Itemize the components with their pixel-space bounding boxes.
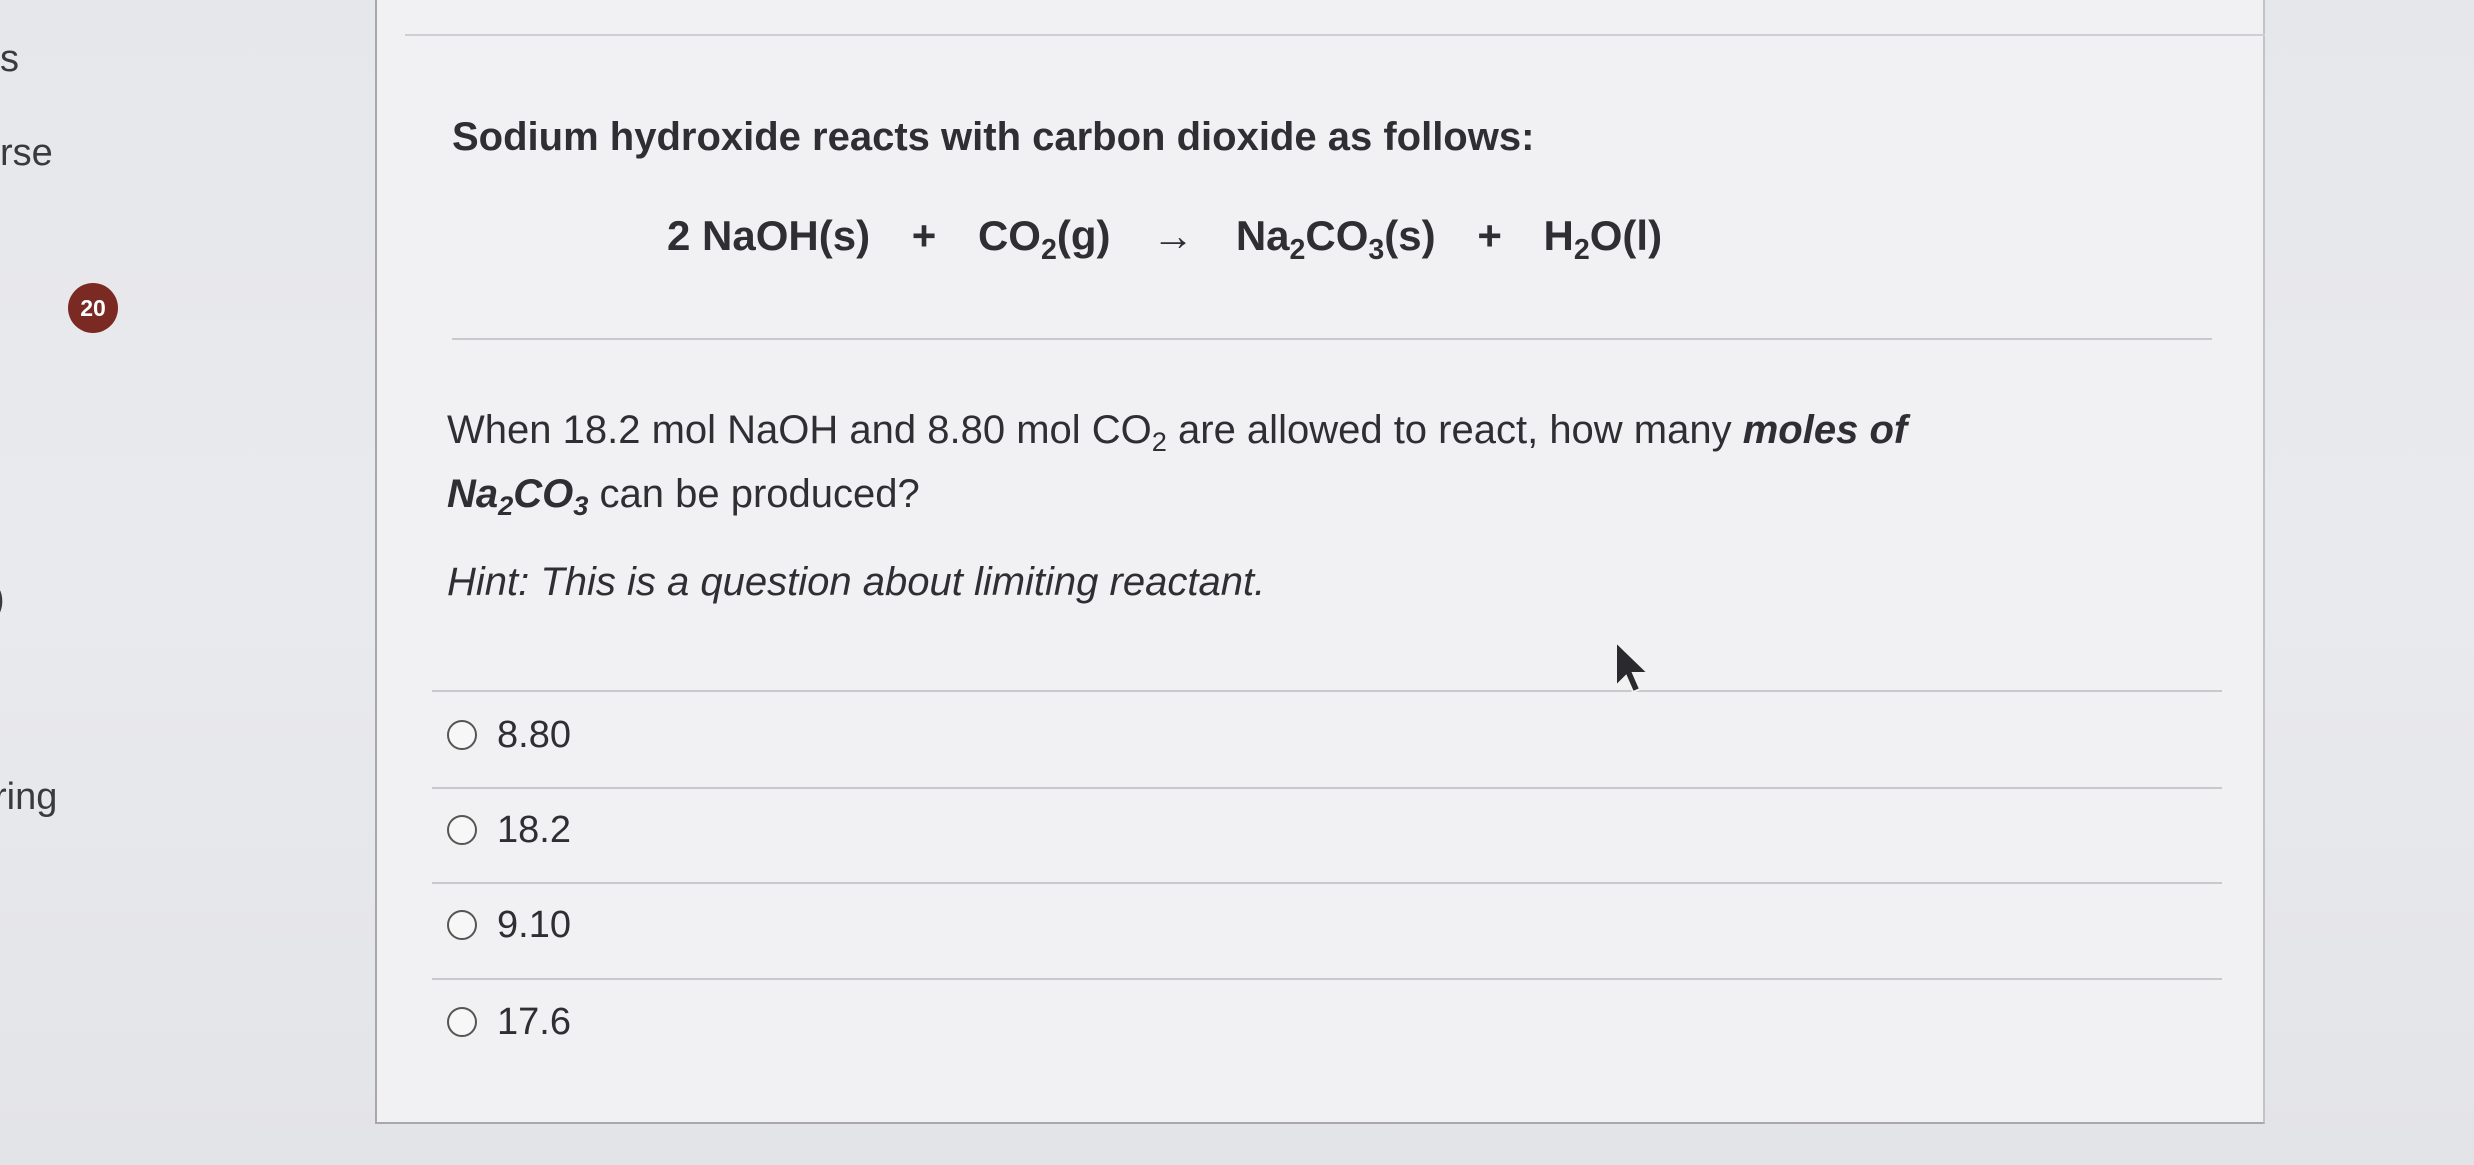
question-prompt: When 18.2 mol NaOH and 8.80 mol CO2 are … xyxy=(447,408,1908,522)
option-divider xyxy=(432,787,2222,789)
answer-option-label: 17.6 xyxy=(497,1000,571,1043)
mouse-pointer-icon xyxy=(1615,640,1651,694)
sidebar-item-1[interactable]: s xyxy=(0,38,19,81)
radio-button-icon[interactable] xyxy=(447,720,477,750)
radio-button-icon[interactable] xyxy=(447,1007,477,1037)
equation-reactant-naoh: NaOH(s) xyxy=(702,212,871,259)
sidebar-item-4[interactable]: ring xyxy=(0,776,57,819)
radio-button-icon[interactable] xyxy=(447,910,477,940)
answer-option-1[interactable]: 8.80 xyxy=(447,705,571,765)
option-divider xyxy=(432,882,2222,884)
question-panel: Sodium hydroxide reacts with carbon diox… xyxy=(375,0,2265,1124)
options-top-divider xyxy=(432,690,2222,692)
sidebar-item-3[interactable]: ) xyxy=(0,578,5,621)
answer-option-2[interactable]: 18.2 xyxy=(447,800,571,860)
equation-plus-1: + xyxy=(911,212,937,259)
chemical-equation: 2 NaOH(s) + CO2(g) → Na2CO3(s) + H2O(l) xyxy=(667,212,1663,266)
course-sidebar: s rse 20 ) ring xyxy=(0,0,375,1165)
panel-top-divider xyxy=(405,34,2265,36)
radio-button-icon[interactable] xyxy=(447,815,477,845)
sidebar-item-2[interactable]: rse xyxy=(0,132,53,175)
equation-product-h2o: H2O(l) xyxy=(1543,212,1663,266)
answer-option-3[interactable]: 9.10 xyxy=(447,895,571,955)
question-intro: Sodium hydroxide reacts with carbon diox… xyxy=(452,115,1535,159)
equation-product-na2co3: Na2CO3(s) xyxy=(1235,212,1436,266)
answer-option-label: 18.2 xyxy=(497,808,571,851)
equation-arrow: → xyxy=(1152,212,1195,259)
option-divider xyxy=(432,978,2222,980)
equation-plus-2: + xyxy=(1477,212,1502,259)
equation-reactant-co2: CO2(g) xyxy=(977,212,1111,266)
answer-option-label: 9.10 xyxy=(497,903,571,946)
question-hint: Hint: This is a question about limiting … xyxy=(447,560,1266,604)
answer-option-4[interactable]: 17.6 xyxy=(447,992,571,1052)
equation-divider xyxy=(452,338,2212,340)
answer-option-label: 8.80 xyxy=(497,713,571,756)
question-count-badge: 20 xyxy=(68,283,118,333)
equation-coefficient: 2 xyxy=(667,212,691,259)
